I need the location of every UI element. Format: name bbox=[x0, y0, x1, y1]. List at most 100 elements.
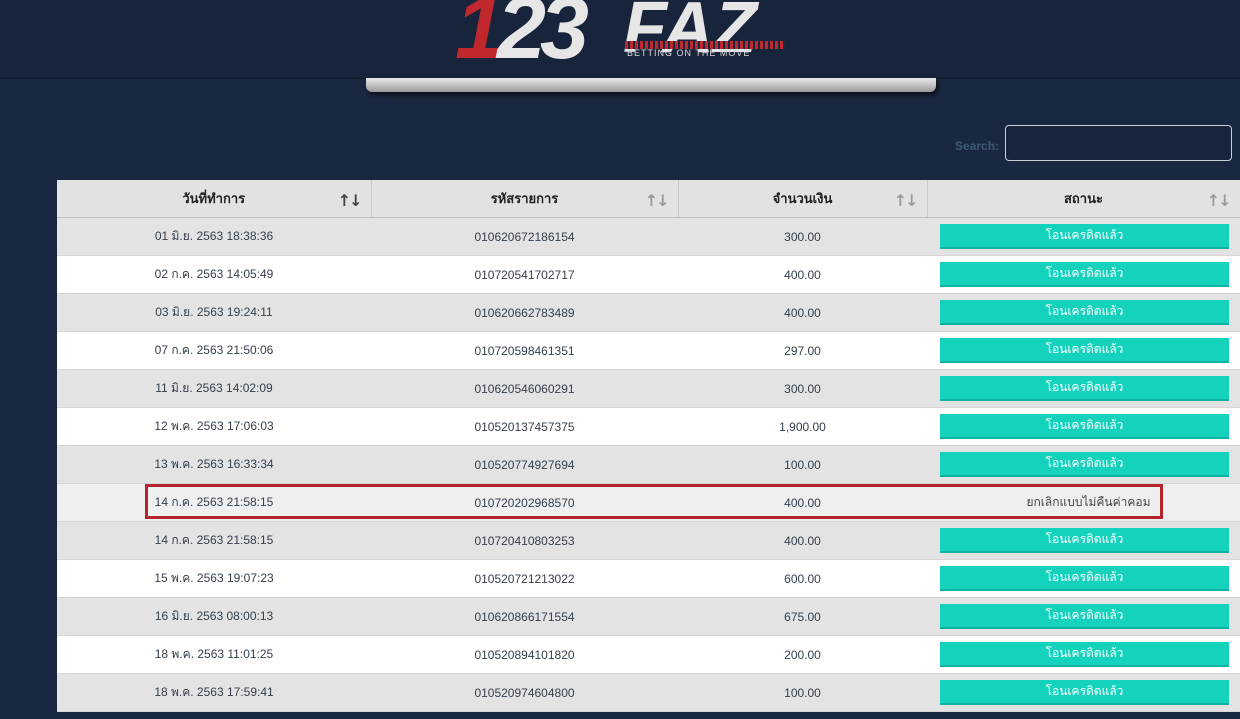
cell-status: โอนเครดิตแล้ว bbox=[927, 559, 1240, 598]
table-row: 16 มิ.ย. 2563 08:00:13 010620866171554 675… bbox=[57, 597, 1240, 636]
cell-date: 11 มิ.ย. 2563 14:02:09 bbox=[57, 369, 371, 408]
table-row: 11 มิ.ย. 2563 14:02:09 010620546060291 300… bbox=[57, 369, 1240, 408]
cell-date: 02 ก.ค. 2563 14:05:49 bbox=[57, 255, 371, 294]
logo-letters: FAZ bbox=[623, 0, 757, 68]
cell-status: ยกเลิกแบบไม่คืนค่าคอม bbox=[927, 483, 1240, 522]
table-row: 15 พ.ค. 2563 19:07:23 010520721213022 600.… bbox=[57, 559, 1240, 598]
cell-date: 03 มิ.ย. 2563 19:24:11 bbox=[57, 293, 371, 332]
status-button[interactable]: โอนเครดิตแล้ว bbox=[940, 414, 1229, 439]
cell-transaction-id: 010720598461351 bbox=[371, 331, 678, 370]
cell-status: โอนเครดิตแล้ว bbox=[927, 293, 1240, 332]
cell-transaction-id: 010620672186154 bbox=[371, 217, 678, 256]
cell-date: 13 พ.ค. 2563 16:33:34 bbox=[57, 445, 371, 484]
logo-number-rest: 23 bbox=[497, 0, 589, 77]
cell-status: โอนเครดิตแล้ว bbox=[927, 255, 1240, 294]
sort-icon: ↑↓ bbox=[1206, 191, 1232, 210]
cell-amount: 100.00 bbox=[678, 673, 927, 712]
cell-date: 14 ก.ค. 2563 21:58:15 bbox=[57, 521, 371, 560]
cell-date: 07 ก.ค. 2563 21:50:06 bbox=[57, 331, 371, 370]
cell-status: โอนเครดิตแล้ว bbox=[927, 407, 1240, 446]
table-body: 01 มิ.ย. 2563 18:38:36 010620672186154 300… bbox=[57, 217, 1240, 712]
table-row: 07 ก.ค. 2563 21:50:06 010720598461351 297.… bbox=[57, 331, 1240, 370]
column-header-label: สถานะ bbox=[1064, 191, 1103, 206]
transactions-table: วันที่ทำการ ↑↓ รหัสรายการ ↑↓ จำนวนเงิน ↑… bbox=[57, 180, 1240, 712]
cell-status: โอนเครดิตแล้ว bbox=[927, 597, 1240, 636]
cell-amount: 300.00 bbox=[678, 217, 927, 256]
column-header-date[interactable]: วันที่ทำการ ↑↓ bbox=[57, 180, 372, 218]
cell-transaction-id: 010720410803253 bbox=[371, 521, 678, 560]
cell-transaction-id: 010620662783489 bbox=[371, 293, 678, 332]
cell-status: โอนเครดิตแล้ว bbox=[927, 445, 1240, 484]
transactions-table-container: วันที่ทำการ ↑↓ รหัสรายการ ↑↓ จำนวนเงิน ↑… bbox=[57, 180, 1240, 719]
cell-date: 18 พ.ค. 2563 11:01:25 bbox=[57, 635, 371, 674]
status-button[interactable]: โอนเครดิตแล้ว bbox=[940, 566, 1229, 591]
cell-status: โอนเครดิตแล้ว bbox=[927, 673, 1240, 712]
status-button[interactable]: โอนเครดิตแล้ว bbox=[940, 642, 1229, 667]
cell-amount: 675.00 bbox=[678, 597, 927, 636]
logo: 1 23 FAZ BETTING ON THE MOVE bbox=[455, 0, 795, 72]
cell-transaction-id: 010520137457375 bbox=[371, 407, 678, 446]
cell-status: โอนเครดิตแล้ว bbox=[927, 369, 1240, 408]
table-row: 13 พ.ค. 2563 16:33:34 010520774927694 100.… bbox=[57, 445, 1240, 484]
column-header-label: วันที่ทำการ bbox=[182, 191, 246, 206]
column-header-transaction-id[interactable]: รหัสรายการ ↑↓ bbox=[371, 180, 679, 218]
cell-amount: 600.00 bbox=[678, 559, 927, 598]
status-button[interactable]: โอนเครดิตแล้ว bbox=[940, 338, 1229, 363]
cell-amount: 100.00 bbox=[678, 445, 927, 484]
logo-tagline: BETTING ON THE MOVE bbox=[627, 48, 751, 58]
table-row: 02 ก.ค. 2563 14:05:49 010720541702717 400.… bbox=[57, 255, 1240, 294]
status-button[interactable]: โอนเครดิตแล้ว bbox=[940, 604, 1229, 629]
sort-icon: ↑↓ bbox=[644, 191, 670, 210]
status-button[interactable]: โอนเครดิตแล้ว bbox=[940, 376, 1229, 401]
column-header-label: จำนวนเงิน bbox=[772, 191, 833, 206]
cell-date: 14 ก.ค. 2563 21:58:15 bbox=[57, 483, 371, 522]
column-header-label: รหัสรายการ bbox=[490, 191, 559, 206]
status-button[interactable]: โอนเครดิตแล้ว bbox=[940, 528, 1229, 553]
column-header-status[interactable]: สถานะ ↑↓ bbox=[927, 180, 1240, 218]
cell-amount: 300.00 bbox=[678, 369, 927, 408]
header-bar bbox=[366, 78, 936, 92]
cell-transaction-id: 010520894101820 bbox=[371, 635, 678, 674]
cell-status: โอนเครดิตแล้ว bbox=[927, 217, 1240, 256]
table-row: 18 พ.ค. 2563 17:59:41 010520974604800 100.… bbox=[57, 673, 1240, 712]
cell-status: โอนเครดิตแล้ว bbox=[927, 635, 1240, 674]
table-row: 01 มิ.ย. 2563 18:38:36 010620672186154 300… bbox=[57, 217, 1240, 256]
cell-status: โอนเครดิตแล้ว bbox=[927, 521, 1240, 560]
cell-date: 16 มิ.ย. 2563 08:00:13 bbox=[57, 597, 371, 636]
status-button[interactable]: โอนเครดิตแล้ว bbox=[940, 224, 1229, 249]
status-button[interactable]: โอนเครดิตแล้ว bbox=[940, 680, 1229, 705]
cell-amount: 400.00 bbox=[678, 255, 927, 294]
cell-amount: 1,900.00 bbox=[678, 407, 927, 446]
search-input[interactable] bbox=[1005, 125, 1232, 161]
logo-number-one: 1 bbox=[455, 0, 504, 77]
table-row: 14 ก.ค. 2563 21:58:15 010720202968570 400.… bbox=[57, 483, 1240, 522]
sort-icon: ↑↓ bbox=[893, 191, 919, 210]
table-header-row: วันที่ทำการ ↑↓ รหัสรายการ ↑↓ จำนวนเงิน ↑… bbox=[57, 180, 1240, 218]
cell-transaction-id: 010520774927694 bbox=[371, 445, 678, 484]
status-text: ยกเลิกแบบไม่คืนค่าคอม bbox=[1026, 495, 1151, 509]
header: 1 23 FAZ BETTING ON THE MOVE bbox=[0, 0, 1240, 78]
cell-transaction-id: 010720202968570 bbox=[371, 483, 678, 522]
search-label: Search: bbox=[955, 139, 1000, 153]
cell-date: 12 พ.ค. 2563 17:06:03 bbox=[57, 407, 371, 446]
cell-transaction-id: 010520974604800 bbox=[371, 673, 678, 712]
cell-transaction-id: 010520721213022 bbox=[371, 559, 678, 598]
status-button[interactable]: โอนเครดิตแล้ว bbox=[940, 452, 1229, 477]
cell-date: 18 พ.ค. 2563 17:59:41 bbox=[57, 673, 371, 712]
status-button[interactable]: โอนเครดิตแล้ว bbox=[940, 262, 1229, 287]
cell-transaction-id: 010620546060291 bbox=[371, 369, 678, 408]
cell-transaction-id: 010720541702717 bbox=[371, 255, 678, 294]
column-header-amount[interactable]: จำนวนเงิน ↑↓ bbox=[678, 180, 928, 218]
cell-amount: 400.00 bbox=[678, 293, 927, 332]
table-row: 14 ก.ค. 2563 21:58:15 010720410803253 400.… bbox=[57, 521, 1240, 560]
sort-icon: ↑↓ bbox=[337, 191, 363, 210]
cell-amount: 200.00 bbox=[678, 635, 927, 674]
cell-amount: 400.00 bbox=[678, 483, 927, 522]
status-button[interactable]: โอนเครดิตแล้ว bbox=[940, 300, 1229, 325]
cell-status: โอนเครดิตแล้ว bbox=[927, 331, 1240, 370]
cell-date: 15 พ.ค. 2563 19:07:23 bbox=[57, 559, 371, 598]
cell-amount: 297.00 bbox=[678, 331, 927, 370]
table-row: 18 พ.ค. 2563 11:01:25 010520894101820 200.… bbox=[57, 635, 1240, 674]
cell-transaction-id: 010620866171554 bbox=[371, 597, 678, 636]
cell-date: 01 มิ.ย. 2563 18:38:36 bbox=[57, 217, 371, 256]
